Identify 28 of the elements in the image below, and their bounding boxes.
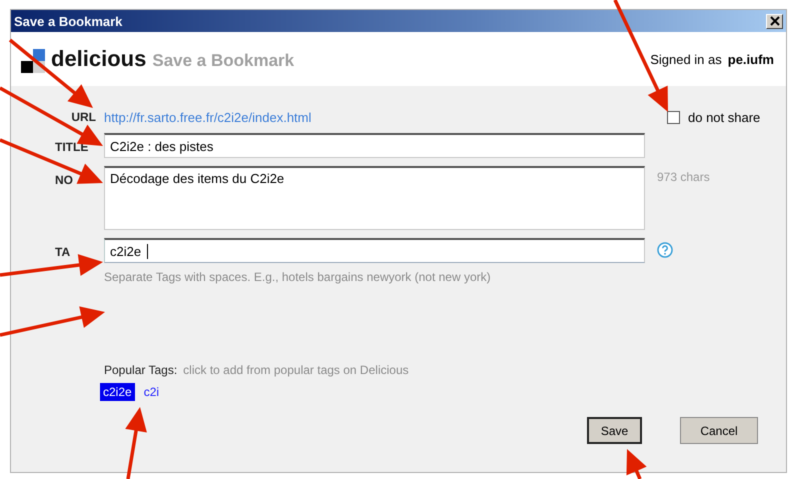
text-field[interactable]: c2i2e — [104, 238, 645, 263]
user-name: pe.iufm — [728, 52, 774, 66]
arrow — [626, 449, 647, 479]
url-link[interactable]: http://fr.sarto.free.fr/c2i2e/index.html — [104, 110, 645, 125]
logo-icon — [21, 49, 45, 73]
cancel-button[interactable]: Cancel — [680, 417, 758, 444]
close-icon — [770, 16, 780, 26]
url-label: URL — [70, 110, 96, 124]
signed-in-label: Signed in as — [650, 52, 722, 66]
help-icon[interactable] — [657, 242, 673, 258]
field-label: NO — [55, 174, 73, 187]
popular-tags-label: Popular Tags: — [104, 363, 178, 377]
window-title: Save a Bookmark — [14, 14, 122, 28]
arrow — [125, 407, 147, 479]
text-field[interactable]: C2i2e : des pistes — [104, 133, 645, 158]
notes-field[interactable]: Décodage des items du C2i2e — [104, 166, 645, 230]
tags-hint: Separate Tags with spaces. E.g., hotels bargains newyork (not new york) — [104, 270, 492, 284]
popular-tags-hint: click to add from popular tags on Delicious — [183, 363, 409, 377]
header-subtitle: Save a Bookmark — [152, 51, 294, 71]
tag-link[interactable]: c2i2e — [100, 383, 135, 401]
close-button[interactable] — [766, 14, 783, 28]
share-label: do not share — [688, 110, 760, 125]
save-button[interactable]: Save — [587, 417, 642, 444]
brand-name: delicious — [51, 46, 146, 72]
tag-link[interactable]: c2i — [140, 383, 162, 401]
field-label: TA — [55, 246, 70, 259]
share-checkbox[interactable] — [667, 111, 680, 124]
char-counter: 973 chars — [657, 170, 710, 184]
